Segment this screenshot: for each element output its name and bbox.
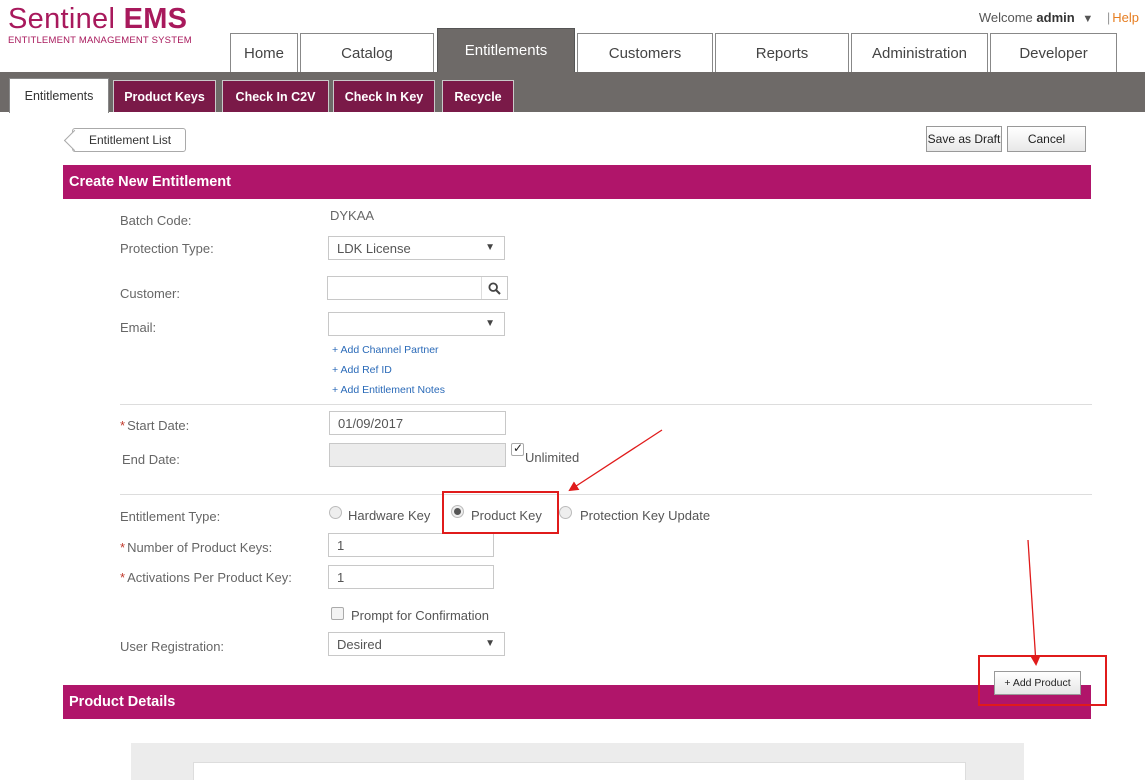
entitlement-list-label: Entitlement List bbox=[89, 133, 172, 147]
start-date-label: * Start Date: bbox=[120, 418, 189, 433]
help-link[interactable]: Help bbox=[1112, 10, 1139, 25]
brand-name-bold: EMS bbox=[123, 3, 188, 35]
required-marker: * bbox=[120, 540, 126, 555]
form-divider bbox=[120, 404, 1092, 405]
entitlement-type-label: Entitlement Type: bbox=[120, 509, 221, 524]
hardware-key-label: Hardware Key bbox=[348, 508, 431, 523]
customer-label: Customer: bbox=[120, 286, 180, 301]
tab-customers[interactable]: Customers bbox=[577, 33, 713, 72]
batch-code-label: Batch Code: bbox=[120, 213, 192, 228]
highlight-add-product bbox=[978, 655, 1107, 706]
required-marker: * bbox=[120, 570, 126, 585]
form-divider bbox=[120, 494, 1092, 495]
tab-reports[interactable]: Reports bbox=[715, 33, 849, 72]
search-icon[interactable] bbox=[481, 277, 507, 299]
subtab-recycle[interactable]: Recycle bbox=[442, 80, 514, 112]
subtab-check-in-key[interactable]: Check In Key bbox=[333, 80, 435, 112]
number-of-product-keys-input[interactable]: 1 bbox=[328, 533, 494, 557]
activations-per-key-value: 1 bbox=[337, 569, 345, 585]
hardware-key-radio[interactable] bbox=[329, 506, 342, 519]
create-entitlement-header: Create New Entitlement bbox=[63, 165, 1091, 199]
protection-type-select[interactable]: LDK License ▼ bbox=[328, 236, 505, 260]
chevron-down-icon: ▼ bbox=[485, 242, 495, 253]
subtab-product-keys[interactable]: Product Keys bbox=[113, 80, 216, 112]
protection-key-update-label: Protection Key Update bbox=[580, 508, 711, 523]
cancel-button[interactable]: Cancel bbox=[1007, 126, 1086, 152]
end-date-input bbox=[329, 443, 506, 467]
arrow-to-product-key bbox=[568, 429, 663, 492]
number-of-product-keys-label: * Number of Product Keys: bbox=[120, 540, 272, 555]
brand-name-light: Sentinel bbox=[8, 3, 116, 35]
header-separator: | bbox=[1106, 10, 1111, 25]
prompt-confirmation-checkbox[interactable] bbox=[331, 607, 344, 620]
activations-per-key-label: * Activations Per Product Key: bbox=[120, 570, 292, 585]
welcome-area: Welcome admin ▼ | Help bbox=[979, 10, 1139, 25]
end-date-label: End Date: bbox=[122, 452, 180, 467]
brand-name: Sentinel EMS bbox=[8, 4, 192, 34]
entitlement-list-button[interactable]: Entitlement List bbox=[72, 128, 187, 152]
chevron-down-icon: ▼ bbox=[485, 318, 495, 329]
subtab-check-in-c2v[interactable]: Check In C2V bbox=[222, 80, 329, 112]
add-entitlement-notes-link[interactable]: + Add Entitlement Notes bbox=[332, 384, 445, 396]
brand-subtitle: ENTITLEMENT MANAGEMENT SYSTEM bbox=[8, 35, 192, 46]
user-menu-caret-icon[interactable]: ▼ bbox=[1082, 13, 1093, 25]
activations-per-key-label-text: Activations Per Product Key: bbox=[127, 570, 292, 585]
add-channel-partner-link[interactable]: + Add Channel Partner bbox=[332, 344, 439, 356]
highlight-product-key bbox=[442, 491, 559, 534]
number-of-product-keys-label-text: Number of Product Keys: bbox=[127, 540, 273, 555]
user-menu[interactable]: admin bbox=[1036, 10, 1074, 25]
user-registration-value: Desired bbox=[337, 636, 382, 652]
protection-type-value: LDK License bbox=[337, 240, 411, 256]
email-select[interactable]: ▼ bbox=[328, 312, 505, 336]
start-date-input[interactable]: 01/09/2017 bbox=[329, 411, 506, 435]
customer-input[interactable] bbox=[327, 276, 508, 300]
batch-code-value: DYKAA bbox=[330, 208, 375, 223]
tab-entitlements[interactable]: Entitlements bbox=[437, 28, 575, 72]
tab-developer[interactable]: Developer bbox=[990, 33, 1117, 72]
tab-home[interactable]: Home bbox=[230, 33, 298, 72]
product-details-header: Product Details bbox=[63, 685, 1091, 719]
activations-per-key-input[interactable]: 1 bbox=[328, 565, 494, 589]
prompt-confirmation-label: Prompt for Confirmation bbox=[351, 608, 489, 623]
unlimited-label: Unlimited bbox=[525, 450, 580, 465]
email-label: Email: bbox=[120, 320, 157, 335]
welcome-text: Welcome bbox=[978, 10, 1033, 25]
chevron-down-icon: ▼ bbox=[485, 638, 495, 649]
start-date-value: 01/09/2017 bbox=[338, 415, 404, 431]
brand-logo: Sentinel EMS ENTITLEMENT MANAGEMENT SYST… bbox=[8, 4, 192, 46]
required-marker: * bbox=[120, 418, 126, 433]
annotation-arrows bbox=[568, 429, 1041, 666]
save-as-draft-button[interactable]: Save as Draft bbox=[926, 126, 1002, 152]
arrow-to-add-product bbox=[1027, 539, 1041, 666]
tab-administration[interactable]: Administration bbox=[851, 33, 988, 72]
subtab-entitlements[interactable]: Entitlements bbox=[9, 78, 109, 113]
product-details-content bbox=[193, 762, 966, 780]
number-of-product-keys-value: 1 bbox=[337, 537, 345, 553]
add-ref-id-link[interactable]: + Add Ref ID bbox=[332, 364, 392, 376]
user-registration-label: User Registration: bbox=[120, 639, 225, 654]
unlimited-checkbox[interactable] bbox=[511, 441, 524, 456]
tab-catalog[interactable]: Catalog bbox=[300, 33, 434, 72]
protection-type-label: Protection Type: bbox=[120, 241, 214, 256]
protection-key-update-radio[interactable] bbox=[559, 506, 572, 519]
user-registration-select[interactable]: Desired ▼ bbox=[328, 632, 505, 656]
start-date-label-text: Start Date: bbox=[127, 418, 190, 433]
